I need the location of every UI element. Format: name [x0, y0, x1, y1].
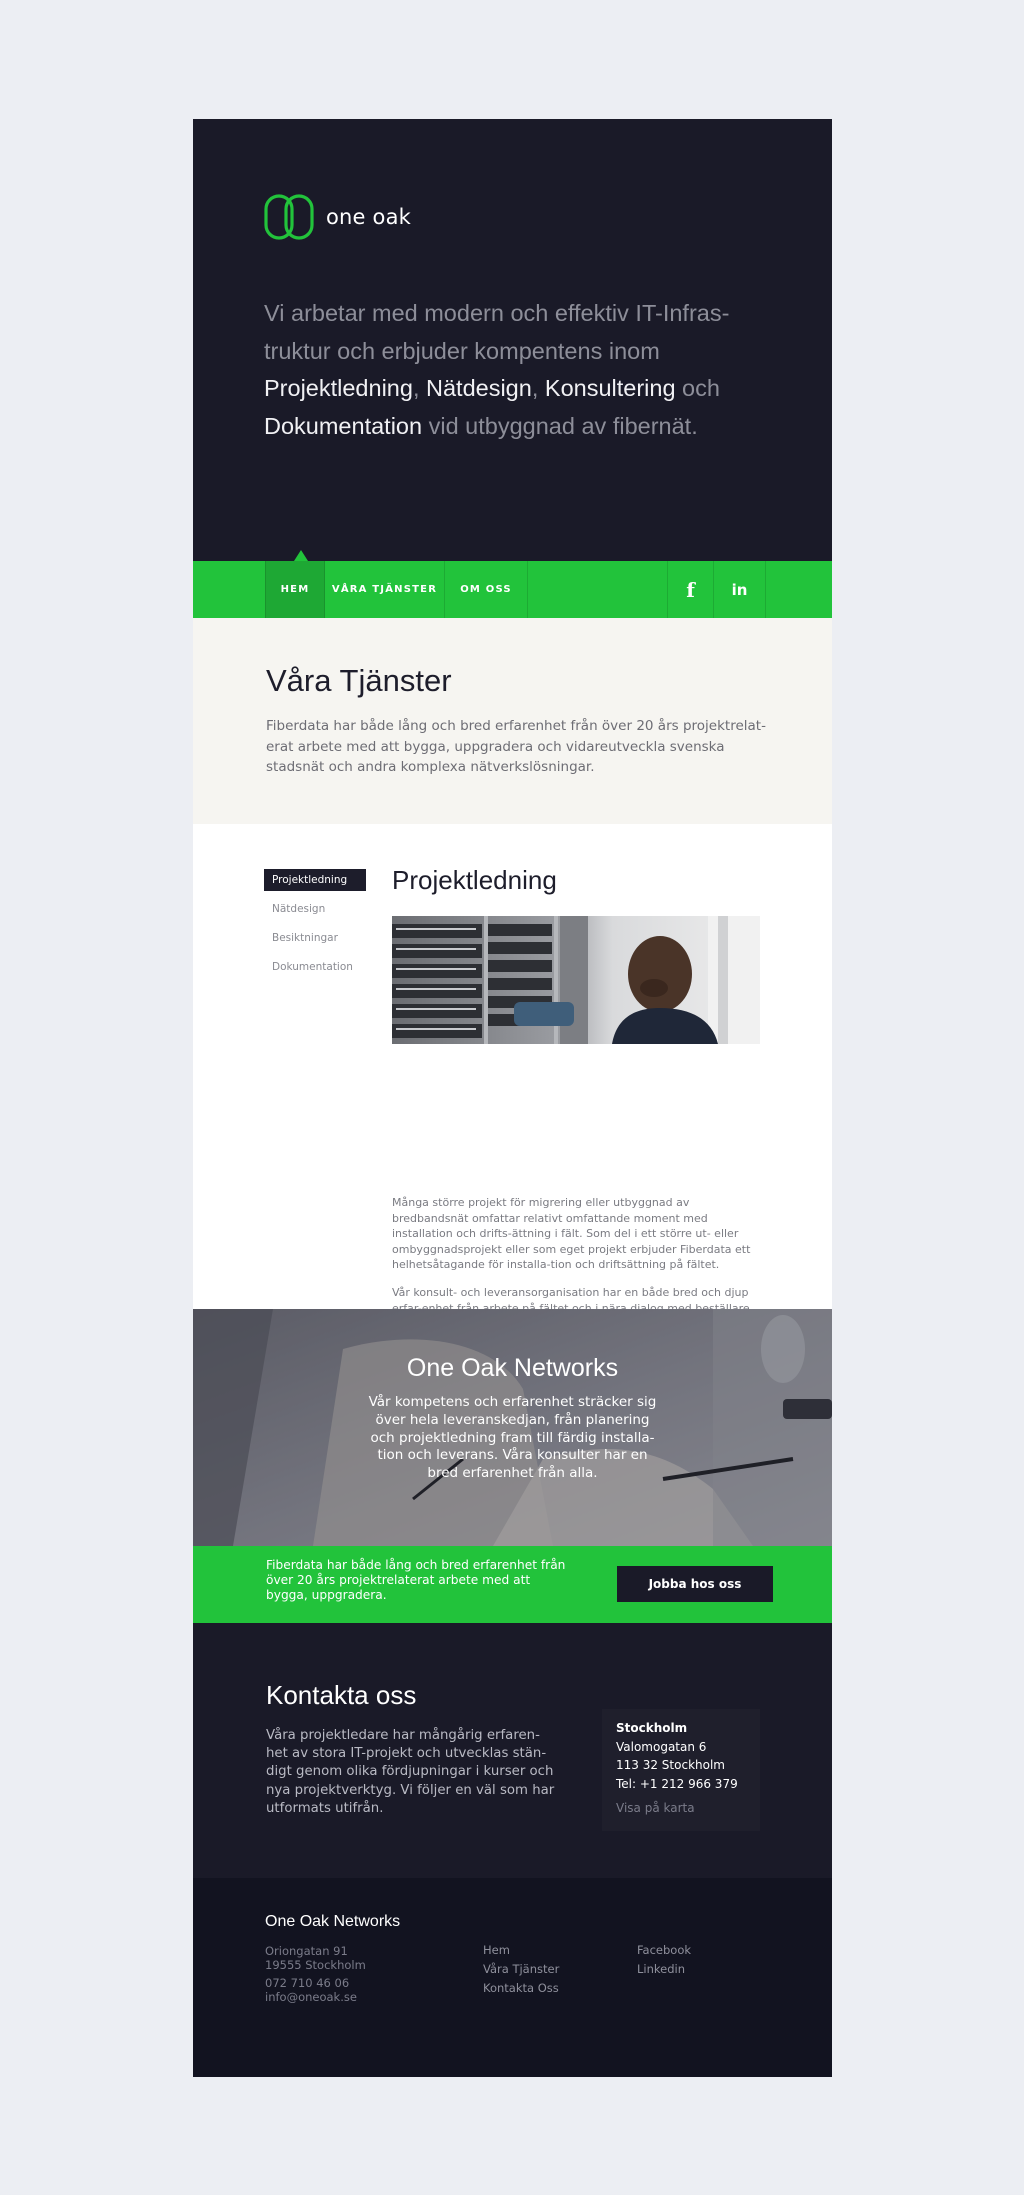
hero-tagline: Vi arbetar med modern och effektiv IT-In…: [264, 295, 744, 445]
logo[interactable]: one oak: [264, 194, 411, 240]
sidenav-item-projektledning[interactable]: Projektledning: [264, 869, 366, 891]
jobba-hos-oss-button[interactable]: Jobba hos oss: [617, 1566, 773, 1602]
hero-highlight: Nätdesign: [426, 375, 532, 401]
hero-tail: vid utbyggnad av fibernät.: [422, 412, 698, 439]
footer-phone: 072 710 46 06: [265, 1976, 350, 1990]
address-phone: Tel: +1 212 966 379: [616, 1776, 738, 1791]
hero-line-4: Dokumentation vid utbyggnad av fibernät.: [264, 408, 744, 446]
hero-line-1: Vi arbetar med modern och effektiv IT-In…: [264, 300, 730, 326]
banner-title: One Oak Networks: [406, 1354, 619, 1382]
service-sidenav: Projektledning Nätdesign Besiktningar Do…: [264, 869, 366, 985]
linkedin-icon: in: [731, 580, 748, 599]
footer-link-kontakta-oss[interactable]: Kontakta Oss: [483, 1981, 559, 1995]
facebook-icon: f: [686, 577, 695, 602]
hero-separator: ,: [412, 375, 426, 401]
footer-link-facebook[interactable]: Facebook: [637, 1943, 691, 1957]
footer-email[interactable]: info@oneoak.se: [265, 1990, 357, 2004]
show-on-map-link[interactable]: Visa på karta: [616, 1799, 760, 1818]
content-title: Projektledning: [392, 865, 557, 895]
hero-separator: ,: [531, 375, 545, 401]
cta-text: Fiberdata har både lång och bred erfaren…: [266, 1558, 566, 1603]
facebook-link[interactable]: f: [667, 561, 713, 618]
banner-text: Vår kompetens och erfarenhet sträcker si…: [368, 1394, 657, 1482]
sidenav-item-besiktningar[interactable]: Besiktningar: [264, 927, 366, 949]
cta-band: Fiberdata har både lång och bred erfaren…: [193, 1546, 832, 1623]
logo-mark-icon: [264, 194, 314, 240]
hero-highlight: Projektledning: [264, 375, 413, 401]
logo-text: one oak: [326, 205, 412, 229]
footer: One Oak Networks Oriongatan 91 19555 Sto…: [193, 1878, 832, 2077]
contact-text: Våra projektledare har mångårig erfaren-…: [266, 1728, 555, 1816]
services-title: Våra Tjänster: [266, 663, 452, 698]
hero-highlight: Konsultering: [544, 375, 676, 401]
hero-highlight: Dokumentation: [264, 412, 423, 439]
footer-title: One Oak Networks: [265, 1913, 401, 1930]
hero-line-3: Projektledning, Nätdesign, Konsultering …: [264, 370, 744, 408]
footer-link-vara-tjanster[interactable]: Våra Tjänster: [483, 1962, 559, 1976]
nav-item-vara-tjanster[interactable]: VÅRA TJÄNSTER: [325, 561, 445, 618]
address-street: Valomogatan 6: [616, 1739, 707, 1754]
footer-link-linkedin[interactable]: Linkedin: [637, 1962, 685, 1976]
nav-active-caret-icon: [294, 550, 308, 561]
sidenav-item-dokumentation[interactable]: Dokumentation: [264, 956, 366, 978]
hero-separator: och: [675, 375, 720, 401]
services-intro: Våra Tjänster Fiberdata har både lång oc…: [193, 618, 832, 824]
contact-section: Kontakta oss Våra projektledare har mång…: [193, 1623, 832, 1878]
main-nav: HEM VÅRA TJÄNSTER OM OSS f in: [193, 561, 832, 618]
footer-address-1: Oriongatan 91: [265, 1944, 348, 1958]
server-room-photo: [392, 916, 760, 1044]
contact-title: Kontakta oss: [266, 1680, 417, 1710]
address-card: Stockholm Valomogatan 6 113 32 Stockholm…: [602, 1709, 760, 1831]
address-zip: 113 32 Stockholm: [616, 1758, 725, 1772]
page: one oak Vi arbetar med modern och effekt…: [193, 119, 832, 2077]
linkedin-link[interactable]: in: [713, 561, 766, 618]
address-city: Stockholm: [616, 1721, 688, 1735]
nav-item-hem[interactable]: HEM: [265, 561, 325, 618]
footer-link-hem[interactable]: Hem: [483, 1943, 510, 1957]
hero: one oak Vi arbetar med modern och effekt…: [193, 119, 832, 561]
footer-address-2: 19555 Stockholm: [265, 1958, 366, 1972]
sidenav-item-natdesign[interactable]: Nätdesign: [264, 898, 366, 920]
services-text: Fiberdata har både lång och bred erfaren…: [266, 718, 766, 775]
nav-item-om-oss[interactable]: OM OSS: [445, 561, 528, 618]
content-paragraph-1: Många större projekt för migrering eller…: [392, 1196, 751, 1272]
hero-line-2: truktur och erbjuder kompentens inom: [264, 337, 660, 364]
